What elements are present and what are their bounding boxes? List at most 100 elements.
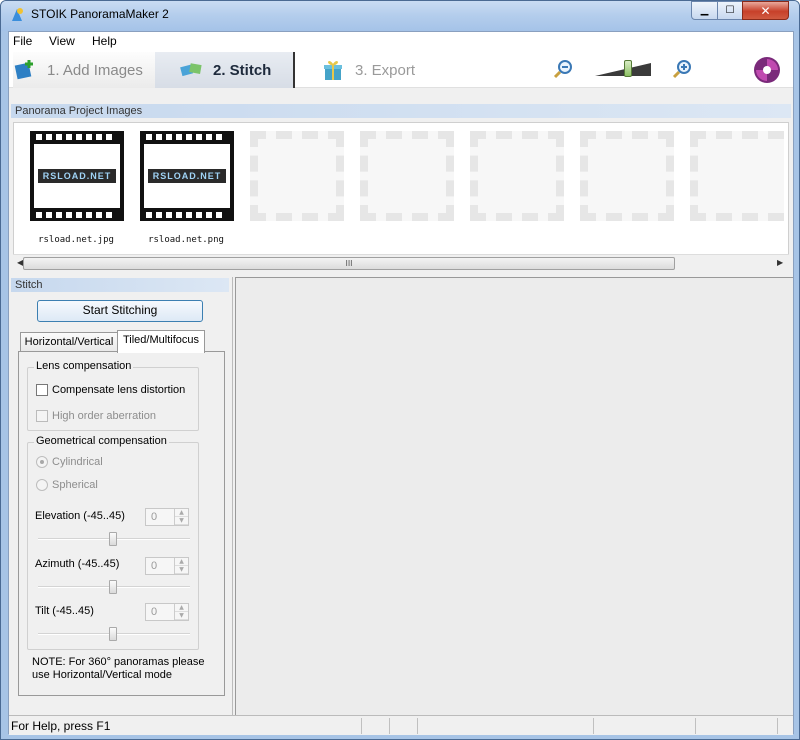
tilt-value: 0	[151, 606, 158, 618]
stitch-icon	[180, 63, 202, 77]
step-export[interactable]: 3. Export	[315, 52, 435, 88]
tab-tiled-multifocus[interactable]: Tiled/Multifocus	[117, 330, 205, 353]
checkbox-box	[36, 384, 48, 396]
elevation-slider[interactable]	[38, 532, 190, 546]
thumbnail-logo: RSLOAD.NET	[152, 171, 222, 181]
azimuth-slider[interactable]	[38, 580, 190, 594]
maximize-button[interactable]: ☐	[717, 1, 743, 20]
status-divider	[417, 718, 418, 734]
status-divider	[777, 718, 778, 734]
spin-up-icon[interactable]: ▲	[175, 604, 188, 612]
zoom-in-icon[interactable]	[671, 58, 693, 80]
status-divider	[361, 718, 362, 734]
slider-knob[interactable]	[109, 627, 117, 641]
close-button[interactable]: ✕	[742, 1, 789, 20]
lens-compensation-title: Lens compensation	[34, 360, 134, 372]
main-window: STOIK PanoramaMaker 2 ▁ ☐ ✕ File View He…	[0, 0, 800, 740]
geometrical-compensation-group: Geometrical compensation Cylindrical Sph…	[27, 435, 199, 650]
step-stitch-label: 2. Stitch	[213, 61, 272, 79]
spinner-buttons[interactable]: ▲ ▼	[174, 604, 188, 620]
close-icon: ✕	[760, 3, 771, 18]
compensate-lens-checkbox[interactable]: Compensate lens distortion	[36, 384, 185, 396]
spherical-radio[interactable]: Spherical	[36, 479, 98, 491]
high-order-checkbox[interactable]: High order aberration	[36, 410, 156, 422]
status-text: For Help, press F1	[11, 719, 111, 733]
menu-bar: File View Help	[9, 32, 793, 52]
spinner-buttons[interactable]: ▲ ▼	[174, 558, 188, 574]
panorama-note: NOTE: For 360° panoramas please use Hori…	[32, 656, 205, 681]
step-add-images[interactable]: 1. Add Images	[13, 52, 155, 88]
tilt-slider[interactable]	[38, 627, 190, 641]
spin-down-icon[interactable]: ▼	[175, 566, 188, 574]
start-stitching-button[interactable]: Start Stitching	[37, 300, 203, 322]
zoom-slider[interactable]	[595, 60, 651, 78]
elevation-value: 0	[151, 511, 158, 523]
step-add-images-label: 1. Add Images	[47, 61, 143, 79]
slider-knob[interactable]	[109, 580, 117, 594]
spin-up-icon[interactable]: ▲	[175, 509, 188, 517]
geometrical-compensation-title: Geometrical compensation	[34, 435, 169, 447]
menu-help[interactable]: Help	[92, 34, 117, 48]
image-thumbnail[interactable]: RSLOAD.NET	[30, 131, 124, 221]
thumbnail-logo: RSLOAD.NET	[42, 171, 112, 181]
compensate-lens-label: Compensate lens distortion	[52, 384, 186, 396]
empty-slot	[580, 131, 674, 221]
window-title: STOIK PanoramaMaker 2	[31, 7, 169, 21]
minimize-button[interactable]: ▁	[691, 1, 718, 20]
spin-down-icon[interactable]: ▼	[175, 612, 188, 620]
zoom-out-icon[interactable]	[552, 58, 574, 80]
cylindrical-label: Cylindrical	[52, 456, 103, 468]
spin-down-icon[interactable]: ▼	[175, 517, 188, 525]
tab-horizontal-vertical[interactable]: Horizontal/Vertical	[20, 332, 118, 352]
export-gift-icon	[324, 61, 342, 80]
stitch-header: Stitch	[11, 278, 229, 292]
stoik-logo-icon	[754, 57, 780, 83]
empty-slot	[690, 131, 784, 221]
scrollbar-thumb[interactable]: III	[23, 257, 675, 270]
preview-area[interactable]	[235, 277, 793, 715]
tilt-label: Tilt (-45..45)	[35, 605, 94, 617]
step-stitch[interactable]: 2. Stitch	[155, 52, 295, 88]
status-divider	[695, 718, 696, 734]
checkbox-box	[36, 410, 48, 422]
cylindrical-radio[interactable]: Cylindrical	[36, 456, 103, 468]
menu-file[interactable]: File	[13, 34, 32, 48]
spinner-buttons[interactable]: ▲ ▼	[174, 509, 188, 525]
elevation-spinner[interactable]: 0 ▲ ▼	[145, 508, 189, 526]
spherical-label: Spherical	[52, 479, 98, 491]
scroll-right-icon[interactable]: ▶	[777, 258, 783, 267]
client-area: File View Help 1. Add Images 2. Stitch 3…	[8, 31, 794, 735]
step-export-label: 3. Export	[355, 61, 416, 79]
status-divider	[389, 718, 390, 734]
radio-dot	[36, 456, 48, 468]
azimuth-value: 0	[151, 560, 158, 572]
thumbnail-label: rsload.net.png	[148, 235, 224, 245]
tab-content: Lens compensation Compensate lens distor…	[18, 351, 225, 696]
minimize-icon: ▁	[700, 5, 709, 16]
zoom-slider-knob[interactable]	[624, 60, 632, 77]
tilt-spinner[interactable]: 0 ▲ ▼	[145, 603, 189, 621]
title-bar[interactable]: STOIK PanoramaMaker 2 ▁ ☐ ✕	[1, 1, 799, 31]
step-toolbar: 1. Add Images 2. Stitch 3. Export	[9, 52, 793, 88]
spin-up-icon[interactable]: ▲	[175, 558, 188, 566]
add-images-icon	[14, 60, 33, 80]
app-icon	[12, 8, 23, 21]
slider-knob[interactable]	[109, 532, 117, 546]
image-strip: RSLOAD.NET RSLOAD.NET rsload.net.jpg rsl…	[13, 122, 789, 270]
maximize-icon: ☐	[725, 5, 735, 16]
menu-view[interactable]: View	[49, 34, 75, 48]
thumbnail-label: rsload.net.jpg	[38, 235, 114, 245]
azimuth-spinner[interactable]: 0 ▲ ▼	[145, 557, 189, 575]
status-bar: For Help, press F1	[9, 715, 793, 735]
status-divider	[593, 718, 594, 734]
empty-slot	[360, 131, 454, 221]
empty-slot	[250, 131, 344, 221]
zoom-slider-graphic	[595, 63, 651, 76]
elevation-label: Elevation (-45..45)	[35, 510, 125, 522]
empty-slot	[470, 131, 564, 221]
image-strip-scrollbar[interactable]: ◀ III ▶	[13, 254, 789, 272]
azimuth-label: Azimuth (-45..45)	[35, 558, 120, 570]
image-thumbnail[interactable]: RSLOAD.NET	[140, 131, 234, 221]
high-order-label: High order aberration	[52, 410, 156, 422]
lens-compensation-group: Lens compensation Compensate lens distor…	[27, 360, 199, 431]
